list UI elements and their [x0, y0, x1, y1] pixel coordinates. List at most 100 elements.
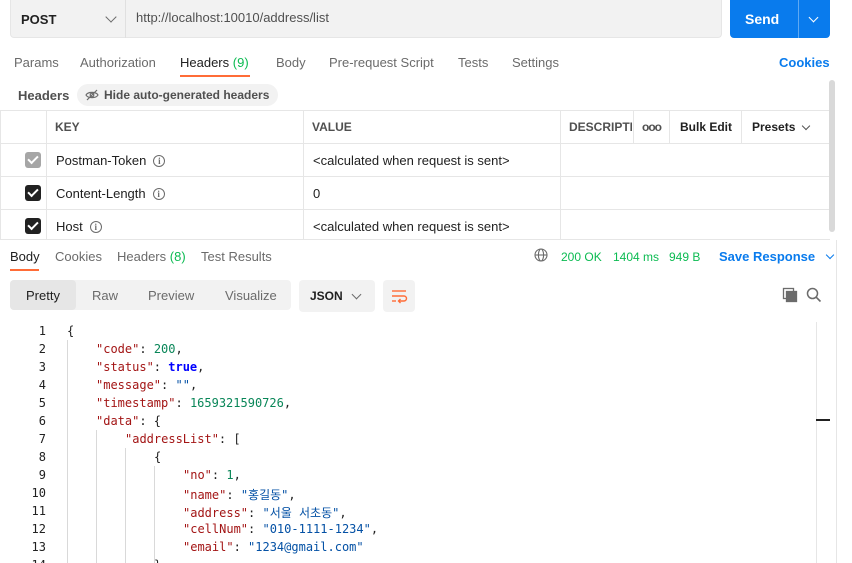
header-key: Content-Length: [56, 186, 146, 201]
json-key: "message": [96, 378, 162, 392]
table-row-key: Content-Length i: [56, 186, 165, 201]
more-options-icon[interactable]: ooo: [642, 120, 662, 134]
tab-pre-request-script[interactable]: Pre-request Script: [329, 55, 434, 70]
header-value: <calculated when request is sent>: [313, 153, 510, 168]
view-visualize-button[interactable]: Visualize: [225, 288, 277, 303]
headers-scrollbar[interactable]: [829, 80, 835, 232]
chevron-down-icon: [351, 289, 362, 300]
row-checkbox[interactable]: [25, 218, 41, 234]
tab-authorization[interactable]: Authorization: [80, 55, 156, 70]
info-icon[interactable]: i: [89, 220, 102, 233]
active-tab-indicator: [180, 75, 250, 77]
tab-count: (8): [169, 249, 186, 264]
code-line: "name": "홍길동",: [183, 488, 296, 502]
row-checkbox[interactable]: [25, 185, 41, 201]
line-number: 12: [31, 522, 46, 536]
json-key: "email": [183, 540, 234, 554]
send-options-chevron-icon[interactable]: [808, 12, 819, 23]
wrap-lines-icon: [392, 290, 408, 304]
line-number: 8: [38, 450, 46, 464]
col-divider: [560, 110, 561, 239]
row-checkbox[interactable]: [25, 152, 41, 168]
json-key: "data": [96, 414, 140, 428]
view-preview-button[interactable]: Preview: [148, 288, 194, 303]
header-value: 0: [313, 186, 321, 201]
json-number: 1: [226, 468, 234, 482]
indent-guide: [67, 340, 68, 563]
hide-auto-generated-button[interactable]: Hide auto-generated headers: [77, 84, 279, 106]
col-divider: [0, 110, 1, 239]
json-key: "address": [183, 506, 249, 520]
save-response-button[interactable]: Save Response: [719, 249, 834, 264]
json-key: "addressList": [125, 432, 219, 446]
tab-body[interactable]: Body: [276, 55, 306, 70]
response-tab-cookies[interactable]: Cookies: [55, 249, 102, 264]
code-line: {: [67, 324, 75, 338]
table-bottom-border: [0, 239, 830, 240]
indent-guide: [154, 466, 155, 563]
header-key: Host: [56, 219, 83, 234]
status-code[interactable]: 200 OK: [561, 250, 602, 264]
response-size[interactable]: 949 B: [669, 250, 700, 264]
column-header-value: VALUE: [312, 120, 352, 134]
method-label: POST: [21, 11, 57, 27]
tab-headers[interactable]: Headers (9): [180, 55, 249, 70]
format-select[interactable]: JSON: [299, 280, 375, 312]
code-line: "no": 1,: [183, 468, 241, 482]
json-string: "홍길동": [240, 488, 289, 502]
url-input[interactable]: http://localhost:10010/address/list: [136, 10, 329, 25]
code-line: "address": "서울 서초동",: [183, 506, 347, 520]
json-number: 200: [153, 342, 176, 356]
table-row-key: Host i: [56, 219, 102, 234]
view-raw-button[interactable]: Raw: [92, 288, 118, 303]
line-number: 2: [38, 342, 46, 356]
tab-tests[interactable]: Tests: [458, 55, 488, 70]
method-select[interactable]: POST: [10, 0, 126, 38]
presets-label: Presets: [752, 120, 796, 134]
column-header-description: DESCRIPTI: [569, 120, 632, 134]
response-tab-test-results[interactable]: Test Results: [201, 249, 272, 264]
info-icon[interactable]: i: [152, 187, 165, 200]
hide-auto-label: Hide auto-generated headers: [104, 88, 270, 102]
send-divider: [798, 0, 799, 38]
col-divider: [46, 110, 47, 239]
copy-icon[interactable]: [782, 287, 798, 303]
info-icon[interactable]: i: [153, 154, 166, 167]
send-button[interactable]: Send: [730, 0, 830, 38]
table-top-border: [0, 110, 830, 111]
presets-dropdown[interactable]: Presets: [752, 120, 811, 134]
code-line: {: [154, 450, 162, 464]
line-number: 6: [38, 414, 46, 428]
json-key: "cellNum": [183, 522, 249, 536]
tab-label: Test Results: [201, 249, 272, 264]
globe-icon[interactable]: [534, 248, 548, 262]
cookies-link[interactable]: Cookies: [779, 55, 830, 70]
wrap-lines-button[interactable]: [383, 280, 415, 312]
json-string: "": [175, 378, 190, 392]
search-icon[interactable]: [806, 287, 822, 303]
tab-settings[interactable]: Settings: [512, 55, 559, 70]
json-key: "code": [96, 342, 140, 356]
view-pretty-button[interactable]: Pretty: [26, 288, 60, 303]
tab-params[interactable]: Params: [14, 55, 59, 70]
eye-off-icon: [85, 89, 99, 101]
response-tab-headers[interactable]: Headers (8): [117, 249, 186, 264]
response-tab-body[interactable]: Body: [10, 249, 40, 264]
tab-label: Body: [10, 249, 40, 264]
code-scroll-marker[interactable]: [816, 419, 830, 421]
send-label: Send: [745, 11, 780, 27]
tab-label: Settings: [512, 55, 559, 70]
json-key: "name": [183, 488, 227, 502]
line-number: 9: [38, 468, 46, 482]
line-number: 14: [10, 558, 46, 563]
response-time[interactable]: 1404 ms: [613, 250, 659, 264]
code-line: "addressList": [: [125, 432, 241, 446]
code-line: "email": "1234@gmail.com": [183, 540, 364, 554]
tab-label: Body: [276, 55, 306, 70]
bulk-edit-button[interactable]: Bulk Edit: [680, 120, 732, 134]
code-line: "data": {: [96, 414, 162, 428]
tab-label: Authorization: [80, 55, 156, 70]
header-key: Postman-Token: [56, 153, 147, 168]
tab-label: Params: [14, 55, 59, 70]
tab-label: Pre-request Script: [329, 55, 434, 70]
